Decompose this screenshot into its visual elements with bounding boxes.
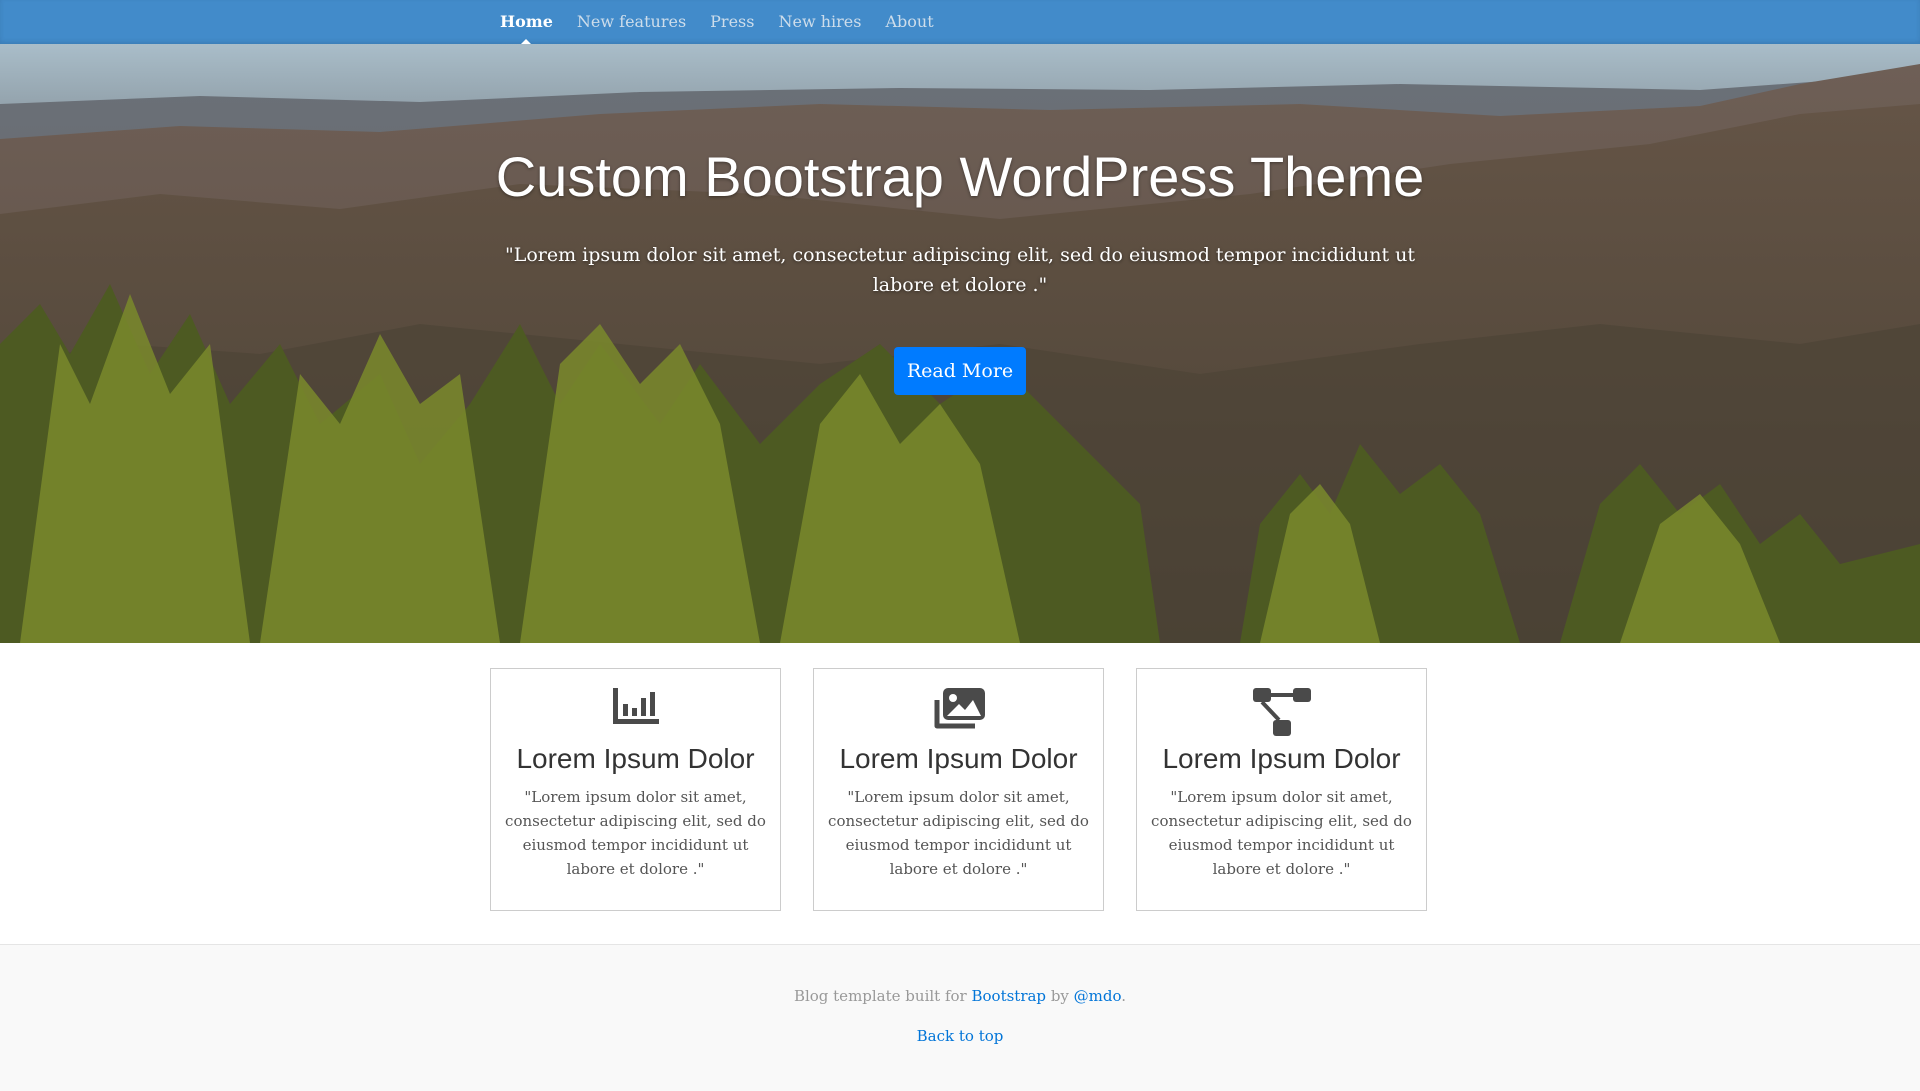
nav-item-about[interactable]: About — [873, 0, 945, 44]
feature-text: "Lorem ipsum dolor sit amet, consectetur… — [1151, 788, 1412, 878]
nav-links: Home New features Press New hires About — [488, 0, 946, 44]
footer-middle: by — [1046, 987, 1074, 1005]
bar-chart-icon — [612, 688, 659, 724]
hero-section: Custom Bootstrap WordPress Theme "Lorem … — [0, 44, 1920, 643]
top-navbar: Home New features Press New hires About — [0, 0, 1920, 44]
hero-lead-text: "Lorem ipsum dolor sit amet, consectetur… — [504, 244, 1416, 296]
nav-item-press[interactable]: Press — [698, 0, 766, 44]
feature-card: Lorem Ipsum Dolor "Lorem ipsum dolor sit… — [490, 668, 781, 911]
read-more-button[interactable]: Read More — [894, 347, 1026, 395]
hero-background-image — [0, 44, 1920, 643]
feature-text: "Lorem ipsum dolor sit amet, consectetur… — [505, 788, 766, 878]
footer-suffix: . — [1121, 987, 1127, 1005]
hero-title: Custom Bootstrap WordPress Theme — [495, 145, 1425, 208]
feature-card: Lorem Ipsum Dolor "Lorem ipsum dolor sit… — [1136, 668, 1427, 911]
feature-title: Lorem Ipsum Dolor — [839, 743, 1078, 774]
nav-item-new-hires[interactable]: New hires — [766, 0, 873, 44]
mdo-link[interactable]: @mdo — [1074, 987, 1122, 1005]
feature-title: Lorem Ipsum Dolor — [1162, 743, 1401, 774]
nav-item-home[interactable]: Home — [488, 0, 565, 44]
nav-item-new-features[interactable]: New features — [565, 0, 698, 44]
sitemap-icon — [1252, 688, 1311, 736]
bootstrap-link[interactable]: Bootstrap — [971, 987, 1046, 1005]
images-icon — [934, 688, 985, 729]
feature-text: "Lorem ipsum dolor sit amet, consectetur… — [828, 788, 1089, 878]
back-to-top-link[interactable]: Back to top — [917, 1027, 1004, 1045]
footer: Blog template built for Bootstrap by @md… — [0, 944, 1920, 1091]
footer-credit: Blog template built for Bootstrap by @md… — [0, 987, 1920, 1005]
feature-title: Lorem Ipsum Dolor — [516, 743, 755, 774]
footer-prefix: Blog template built for — [793, 987, 972, 1005]
feature-card: Lorem Ipsum Dolor "Lorem ipsum dolor sit… — [813, 668, 1104, 911]
